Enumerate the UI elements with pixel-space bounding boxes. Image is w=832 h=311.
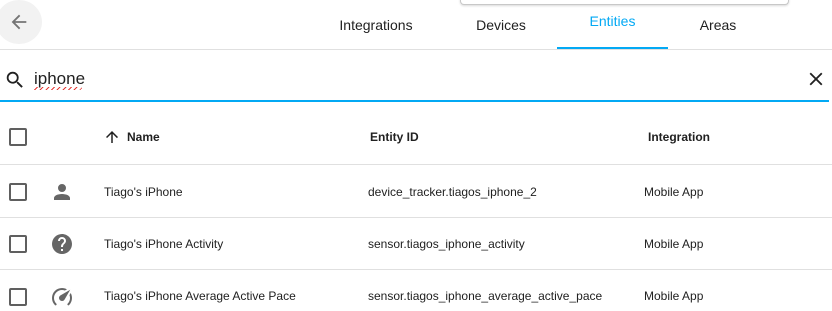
dropdown-popup-edge: [460, 0, 789, 5]
close-icon[interactable]: [805, 68, 827, 90]
table-row[interactable]: Tiago's iPhone Average Active Pace senso…: [0, 270, 832, 311]
row-checkbox[interactable]: [9, 183, 27, 201]
search-input[interactable]: [34, 66, 774, 92]
table-row[interactable]: Tiago's iPhone Activity sensor.tiagos_ip…: [0, 218, 832, 270]
table-header: Name Entity ID Integration: [0, 108, 832, 165]
row-integration: Mobile App: [644, 185, 704, 199]
select-all-checkbox[interactable]: [9, 128, 27, 146]
row-checkbox[interactable]: [9, 288, 27, 306]
tab-entities[interactable]: Entities: [557, 0, 668, 42]
row-name: Tiago's iPhone Average Active Pace: [104, 289, 296, 303]
search-focus-underline: [0, 100, 829, 102]
magnify-icon: [6, 71, 23, 88]
table-row[interactable]: Tiago's iPhone device_tracker.tiagos_iph…: [0, 166, 832, 218]
tab-integrations[interactable]: Integrations: [326, 0, 426, 50]
speedometer-icon: [50, 285, 74, 309]
column-header-integration[interactable]: Integration: [648, 108, 710, 165]
column-header-name-label: Name: [127, 129, 160, 144]
row-checkbox[interactable]: [9, 235, 27, 253]
row-entity-id: device_tracker.tiagos_iphone_2: [368, 185, 537, 199]
column-header-name[interactable]: Name: [103, 108, 160, 165]
row-name: Tiago's iPhone: [104, 185, 183, 199]
tab-devices[interactable]: Devices: [452, 0, 550, 50]
arrow-up-icon: [106, 130, 118, 143]
back-button[interactable]: [0, 0, 42, 44]
entities-page: Integrations Devices Entities Areas Name…: [0, 0, 832, 311]
active-tab-indicator: [557, 47, 668, 49]
tab-areas[interactable]: Areas: [672, 0, 764, 50]
row-integration: Mobile App: [644, 237, 704, 251]
row-name: Tiago's iPhone Activity: [104, 237, 224, 251]
arrow-left-icon: [11, 14, 27, 30]
top-toolbar: Integrations Devices Entities Areas: [0, 0, 832, 50]
account-icon: [50, 180, 74, 204]
column-header-entity-id[interactable]: Entity ID: [370, 108, 419, 165]
row-entity-id: sensor.tiagos_iphone_activity: [368, 237, 525, 251]
row-entity-id: sensor.tiagos_iphone_average_active_pace: [368, 289, 603, 303]
row-integration: Mobile App: [644, 289, 704, 303]
help-circle-icon: [50, 232, 74, 256]
